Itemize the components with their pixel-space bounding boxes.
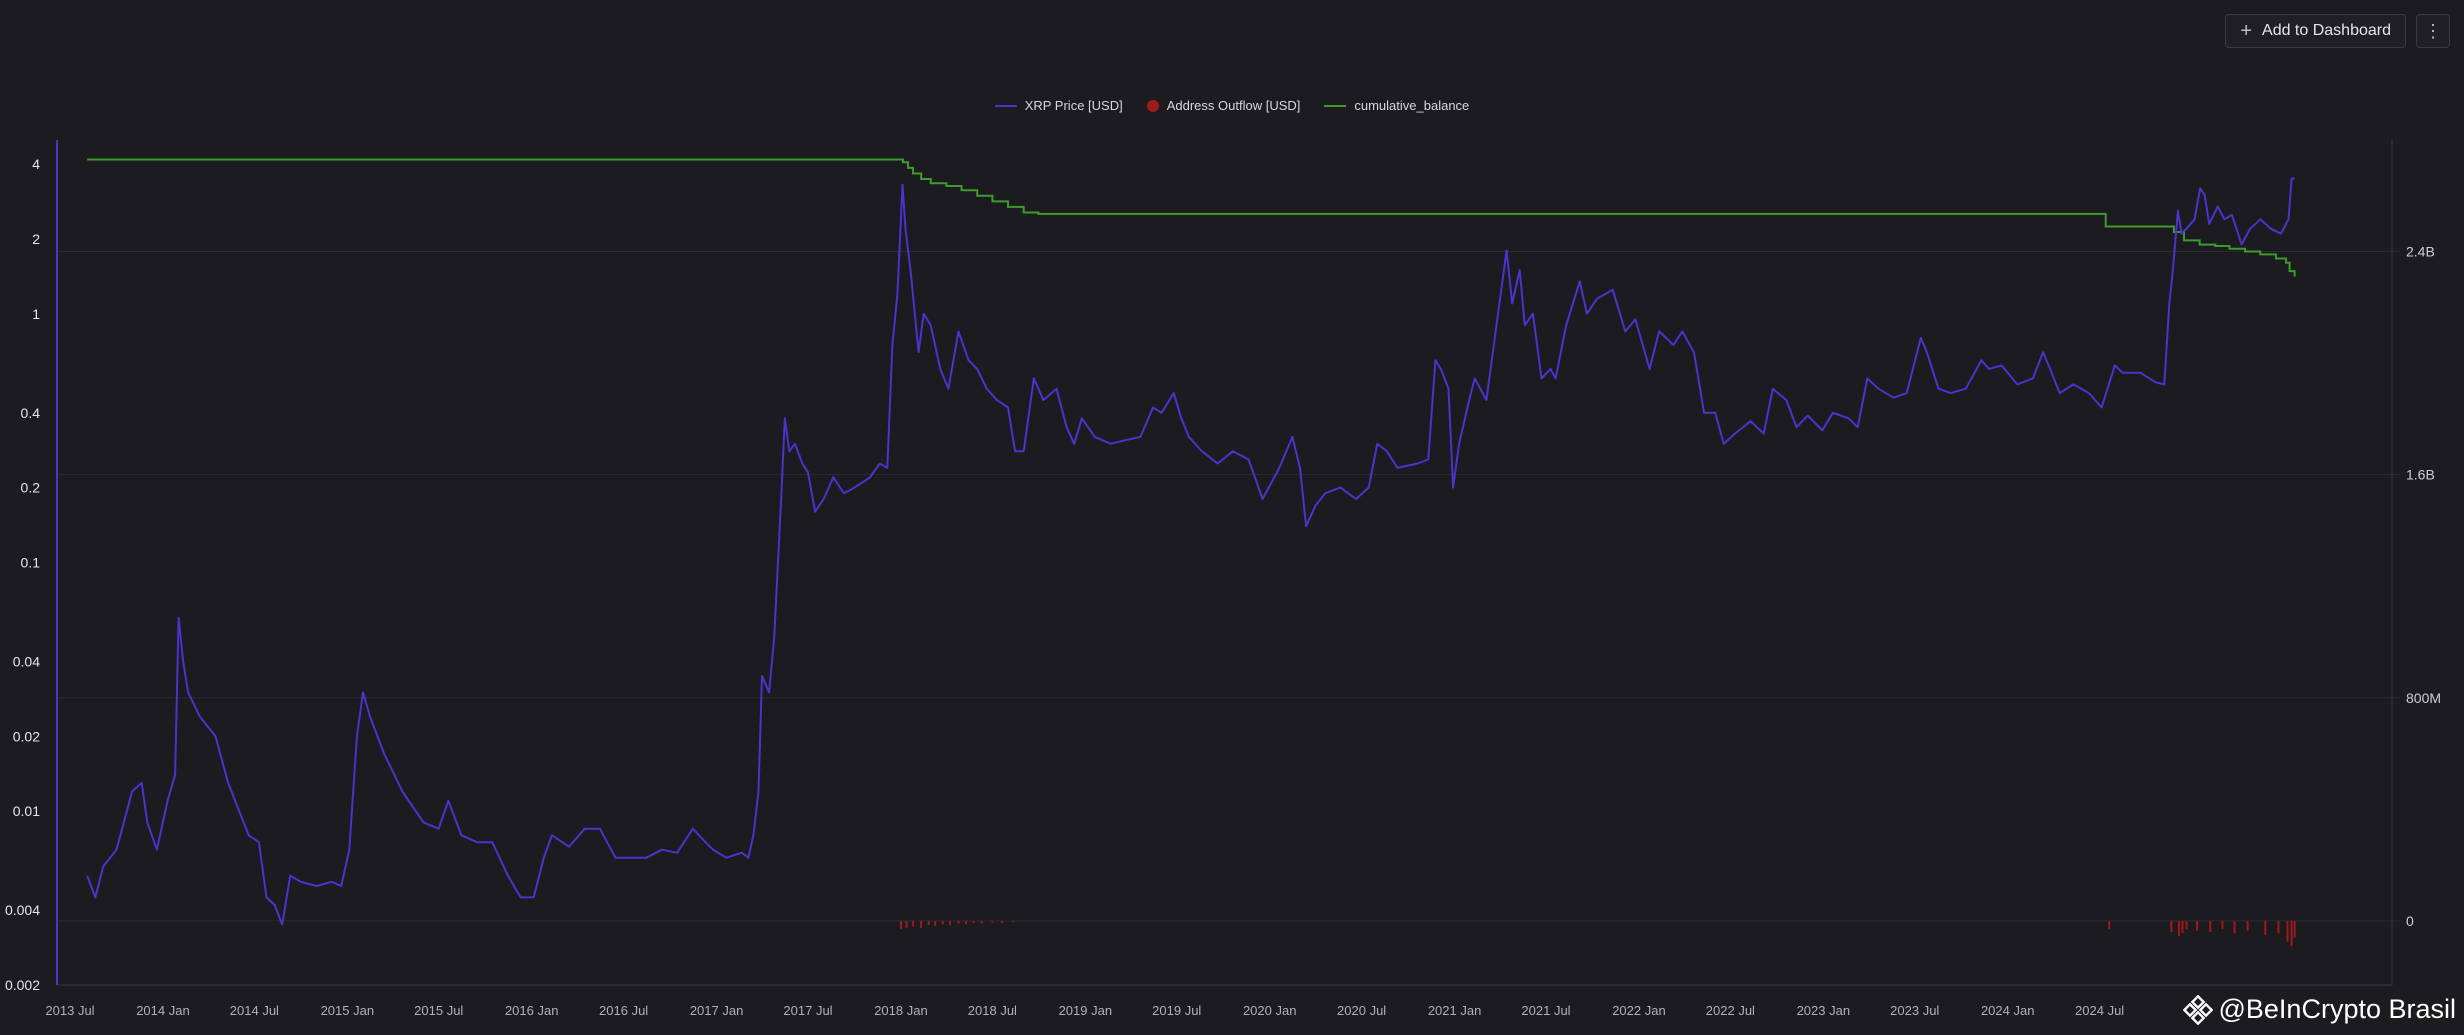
binance-logo-icon xyxy=(2182,994,2213,1025)
x-tick-label: 2014 Jul xyxy=(230,1003,279,1018)
watermark-text: @BeInCrypto Brasil xyxy=(2218,994,2457,1024)
y-left-tick-label: 0.1 xyxy=(21,555,41,571)
y-left-tick-label: 0.02 xyxy=(13,728,40,744)
x-tick-label: 2015 Jan xyxy=(321,1003,375,1018)
y-left-tick-label: 0.2 xyxy=(21,480,41,496)
chart-canvas[interactable]: 0 800M 1.6B 2.4B 0.002 0.004 0.01 0.02 0.04 0.1 0.… xyxy=(0,0,2464,1035)
x-tick-label: 2024 Jan xyxy=(1981,1003,2035,1018)
x-tick-label: 2017 Jan xyxy=(690,1003,744,1018)
x-tick-label: 2021 Jul xyxy=(1521,1003,1570,1018)
y-right-tick-label: 800M xyxy=(2406,690,2441,706)
x-tick-label: 2014 Jan xyxy=(136,1003,190,1018)
x-tick-label: 2023 Jul xyxy=(1890,1003,1939,1018)
x-tick-label: 2021 Jan xyxy=(1428,1003,1482,1018)
x-tick-label: 2018 Jan xyxy=(874,1003,928,1018)
x-tick-label: 2023 Jan xyxy=(1797,1003,1851,1018)
x-tick-label: 2019 Jul xyxy=(1152,1003,1201,1018)
y-right-tick-label: 2.4B xyxy=(2406,244,2435,260)
x-tick-label: 2024 Jul xyxy=(2075,1003,2124,1018)
x-tick-label: 2019 Jan xyxy=(1059,1003,1113,1018)
x-tick-label: 2020 Jul xyxy=(1337,1003,1386,1018)
series-cumulative-balance-line xyxy=(87,158,2296,277)
y-left-tick-label: 0.01 xyxy=(13,803,40,819)
x-tick-label: 2018 Jul xyxy=(968,1003,1017,1018)
x-tick-label: 2015 Jul xyxy=(414,1003,463,1018)
y-left-tick-label: 4 xyxy=(32,156,40,172)
y-left-tick-label: 0.04 xyxy=(13,653,40,669)
y-left-tick-label: 2 xyxy=(32,231,40,247)
y-left-tick-label: 0.004 xyxy=(5,902,40,918)
y-left-tick-label: 0.002 xyxy=(5,977,40,993)
y-left-tick-label: 0.4 xyxy=(21,405,41,421)
x-tick-label: 2022 Jan xyxy=(1612,1003,1666,1018)
x-tick-label: 2013 Jul xyxy=(45,1003,94,1018)
y-right-tick-label: 0 xyxy=(2406,913,2414,929)
x-tick-label: 2016 Jul xyxy=(599,1003,648,1018)
y-right-tick-label: 1.6B xyxy=(2406,467,2435,483)
x-tick-label: 2016 Jan xyxy=(505,1003,559,1018)
x-tick-label: 2017 Jul xyxy=(783,1003,832,1018)
series-xrp-price-line xyxy=(86,177,2295,926)
y-left-tick-label: 1 xyxy=(32,306,40,322)
x-tick-label: 2022 Jul xyxy=(1706,1003,1755,1018)
watermark: @BeInCrypto Brasil xyxy=(2182,994,2457,1025)
x-tick-label: 2020 Jan xyxy=(1243,1003,1297,1018)
